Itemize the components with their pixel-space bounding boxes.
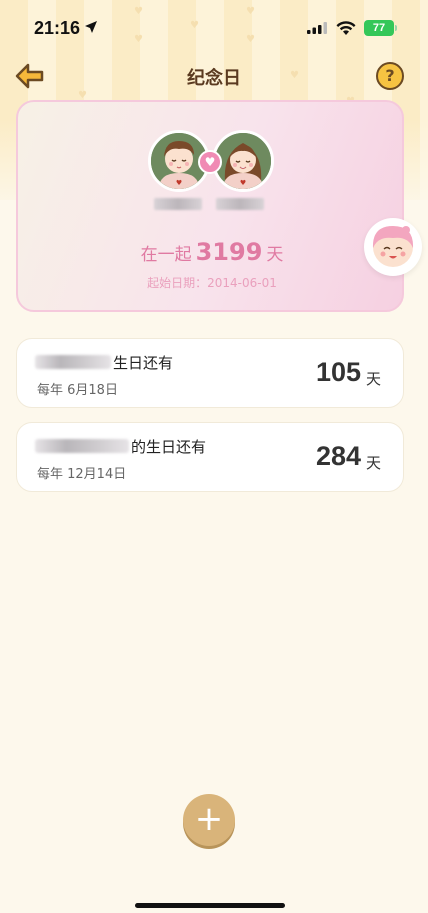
battery-tip [395,25,397,31]
add-anniversary-button[interactable]: + [183,794,235,846]
start-date-value: 2014-06-01 [207,276,277,290]
together-prefix: 在一起 [140,245,192,265]
home-indicator[interactable] [135,903,285,908]
battery-indicator: 77 [364,20,394,36]
page-title: 纪念日 [187,68,241,89]
together-days-line: 在一起 3199 天 [18,238,406,266]
anniversary-card[interactable]: 生日还有 每年 6月18日 105 天 [16,338,404,408]
together-days-count: 3199 [195,238,263,266]
anniversary-date: 每年 12月14日 [37,467,127,482]
cellular-signal-icon [307,22,327,34]
anniversary-card[interactable]: 的生日还有 每年 12月14日 284 天 [16,422,404,492]
couple-card[interactable]: ♥ ♥ ♥ 在一起 3199 天 起始日期：2014-06-01 [16,100,404,312]
anniversary-days-remaining: 105 [315,357,361,387]
boy-name-blurred [154,198,202,210]
location-arrow-icon [85,21,97,33]
help-icon[interactable]: ? [376,62,404,90]
pink-girl-mascot-icon[interactable] [364,218,422,276]
heart-icon: ♥ [198,150,222,174]
battery-level: 77 [372,22,386,34]
anniversary-days-unit: 天 [365,370,381,388]
person-name-blurred [35,439,129,453]
start-date-line: 起始日期：2014-06-01 [18,274,406,291]
anniversary-title: 生日还有 [113,354,174,372]
wifi-icon [336,21,356,35]
svg-text:♥: ♥ [176,179,182,187]
anniversary-date: 每年 6月18日 [37,383,118,398]
anniversary-days-remaining: 284 [315,441,361,471]
svg-text:♥: ♥ [240,179,246,187]
together-days-unit: 天 [266,245,284,265]
status-bar: 21:16 77 [0,0,428,56]
girl-name-blurred [216,198,264,210]
status-time: 21:16 [34,18,81,38]
girl-avatar-illustration: ♥ [215,133,271,189]
person-name-blurred [35,355,111,369]
start-date-label: 起始日期： [147,276,208,290]
mascot-illustration [372,226,414,267]
anniversary-title: 的生日还有 [131,438,207,456]
anniversary-days-unit: 天 [365,454,381,472]
